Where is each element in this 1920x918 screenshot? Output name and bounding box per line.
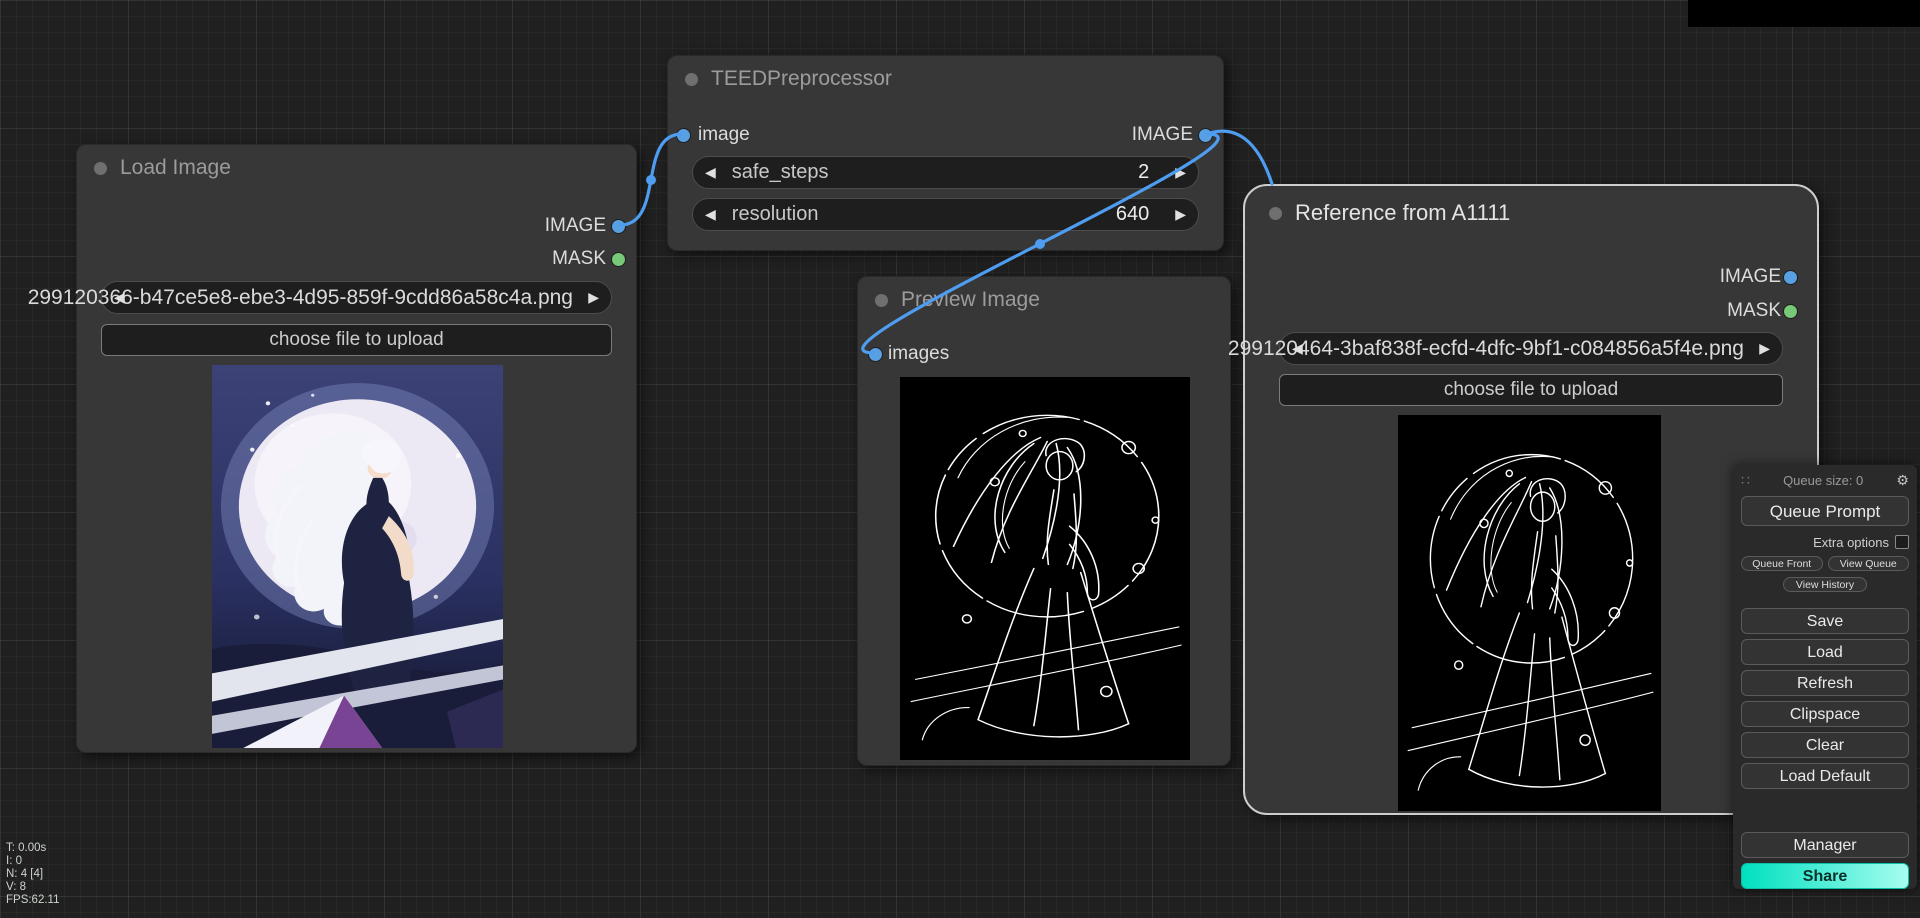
extra-options-label: Extra options — [1813, 535, 1889, 550]
node-header[interactable]: Reference from A1111 — [1245, 186, 1817, 240]
widget-label: resolution — [726, 203, 1106, 226]
node-header[interactable]: TEEDPreprocessor — [668, 56, 1223, 102]
combo-next-icon[interactable]: ▶ — [588, 282, 599, 313]
widget-value[interactable]: 2 — [1138, 161, 1149, 184]
widget-value[interactable]: 640 — [1116, 203, 1149, 226]
node-collapse-dot[interactable] — [685, 73, 698, 86]
extra-options-checkbox[interactable] — [1895, 535, 1909, 549]
slot-label-image-input: image — [698, 124, 750, 146]
node-collapse-dot[interactable] — [1269, 207, 1282, 220]
safe-steps-widget[interactable]: ◀ safe_steps 2 ▶ — [692, 156, 1199, 189]
black-overlay — [1688, 0, 1920, 27]
slot-label-image: IMAGE — [1720, 266, 1781, 288]
slot-label-images-input: images — [888, 343, 949, 365]
share-button[interactable]: Share — [1741, 863, 1909, 889]
slot-image-output[interactable] — [1783, 270, 1798, 285]
node-title: Reference from A1111 — [1295, 200, 1510, 226]
slot-label-image: IMAGE — [545, 215, 606, 237]
node-preview-image[interactable]: Preview Image images — [857, 276, 1231, 766]
stat-nodes: N: 4 [4] — [6, 868, 60, 881]
widget-increment-icon[interactable]: ▶ — [1175, 206, 1186, 223]
node-title: Load Image — [120, 156, 231, 180]
slot-mask-output[interactable] — [611, 252, 626, 267]
node-collapse-dot[interactable] — [875, 294, 888, 307]
slot-image-output[interactable] — [611, 219, 626, 234]
queue-front-button[interactable]: Queue Front — [1741, 556, 1823, 571]
widget-label: safe_steps — [726, 161, 1128, 184]
combo-prev-icon[interactable]: ◀ — [1292, 333, 1303, 364]
slot-label-image-output: IMAGE — [1132, 124, 1193, 146]
stat-v: V: 8 — [6, 881, 60, 894]
slot-mask-output[interactable] — [1783, 304, 1798, 319]
widget-increment-icon[interactable]: ▶ — [1175, 164, 1186, 181]
link-midpoint-dot — [646, 175, 656, 185]
node-teed-preprocessor[interactable]: TEEDPreprocessor image IMAGE ◀ safe_step… — [667, 55, 1224, 251]
save-button[interactable]: Save — [1741, 608, 1909, 634]
node-load-image[interactable]: Load Image IMAGE MASK ◀ 299120366-b47ce5… — [76, 144, 637, 753]
view-queue-button[interactable]: View Queue — [1828, 556, 1910, 571]
filename-combo[interactable]: ◀ 299120464-3baf838f-ecfd-4dfc-9bf1-c084… — [1279, 332, 1783, 365]
view-history-button[interactable]: View History — [1783, 577, 1867, 592]
manager-button[interactable]: Manager — [1741, 832, 1909, 858]
lineart-reference-image — [1398, 415, 1661, 811]
load-button[interactable]: Load — [1741, 639, 1909, 665]
queue-prompt-button[interactable]: Queue Prompt — [1741, 496, 1909, 526]
lineart-preview-image — [900, 377, 1190, 760]
slot-label-mask: MASK — [1727, 300, 1781, 322]
node-collapse-dot[interactable] — [94, 162, 107, 175]
combo-next-icon[interactable]: ▶ — [1759, 333, 1770, 364]
slot-images-input[interactable] — [868, 347, 883, 362]
stat-fps: FPS:62.11 — [6, 894, 60, 907]
comfy-menu: ∷ Queue size: 0 ⚙ Queue Prompt Extra opt… — [1733, 465, 1917, 889]
settings-gear-icon[interactable]: ⚙ — [1896, 472, 1909, 489]
stat-iterations: I: 0 — [6, 855, 60, 868]
widget-decrement-icon[interactable]: ◀ — [705, 164, 716, 181]
clipspace-button[interactable]: Clipspace — [1741, 701, 1909, 727]
load-default-button[interactable]: Load Default — [1741, 763, 1909, 789]
widget-decrement-icon[interactable]: ◀ — [705, 206, 716, 223]
slot-image-input[interactable] — [676, 128, 691, 143]
queue-size-label: Queue size: 0 — [1783, 473, 1863, 488]
slot-label-mask: MASK — [552, 248, 606, 270]
choose-file-button[interactable]: choose file to upload — [1279, 374, 1783, 406]
filename-combo[interactable]: ◀ 299120366-b47ce5e8-ebe3-4d95-859f-9cdd… — [101, 281, 612, 314]
choose-file-button[interactable]: choose file to upload — [101, 324, 612, 356]
canvas-stats: T: 0.00s I: 0 N: 4 [4] V: 8 FPS:62.11 — [6, 842, 60, 907]
stat-time: T: 0.00s — [6, 842, 60, 855]
filename-value: 299120366-b47ce5e8-ebe3-4d95-859f-9cdd86… — [28, 282, 573, 313]
filename-value: 299120464-3baf838f-ecfd-4dfc-9bf1-c08485… — [1228, 333, 1744, 364]
combo-prev-icon[interactable]: ◀ — [114, 282, 125, 313]
loaded-image-preview — [212, 365, 503, 748]
node-header[interactable]: Load Image — [77, 145, 636, 191]
refresh-button[interactable]: Refresh — [1741, 670, 1909, 696]
slot-image-output[interactable] — [1198, 128, 1213, 143]
node-title: TEEDPreprocessor — [711, 67, 892, 91]
node-title: Preview Image — [901, 288, 1040, 312]
menu-drag-handle-icon[interactable]: ∷ — [1741, 472, 1750, 489]
node-header[interactable]: Preview Image — [858, 277, 1230, 323]
resolution-widget[interactable]: ◀ resolution 640 ▶ — [692, 198, 1199, 231]
clear-button[interactable]: Clear — [1741, 732, 1909, 758]
node-canvas[interactable]: Load Image IMAGE MASK ◀ 299120366-b47ce5… — [0, 0, 1920, 918]
